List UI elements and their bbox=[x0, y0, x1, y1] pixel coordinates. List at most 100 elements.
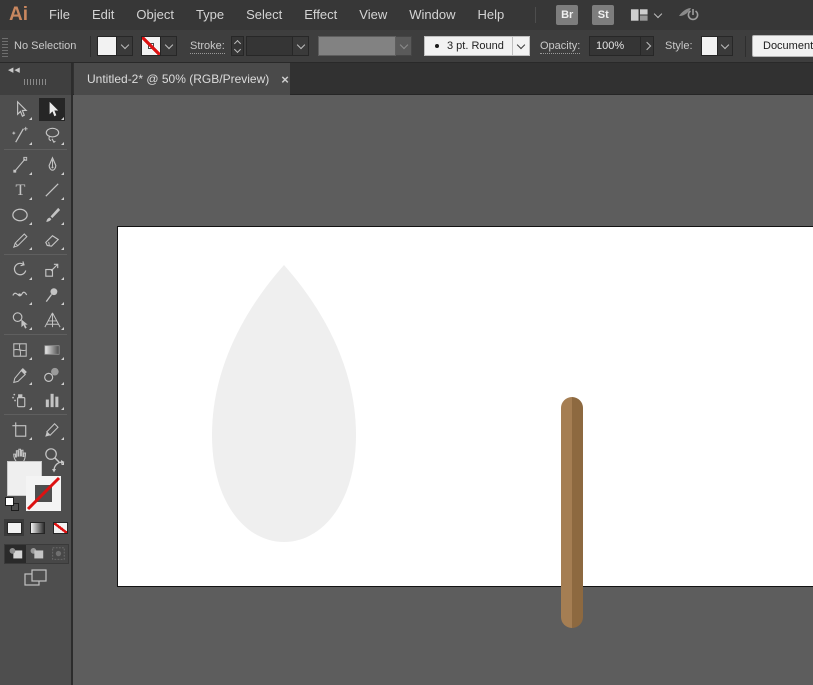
tool-mesh[interactable] bbox=[7, 338, 33, 361]
eraser-icon bbox=[44, 234, 59, 247]
direct-selection-icon bbox=[49, 101, 58, 116]
draw-inside-button[interactable] bbox=[47, 545, 68, 563]
tool-perspective-grid[interactable] bbox=[39, 308, 65, 331]
tool-paintbrush[interactable] bbox=[39, 203, 65, 226]
toolbar-header: ◀◀ bbox=[0, 63, 72, 95]
illustrator-window: Ai File Edit Object Type Select Effect View Win… bbox=[0, 0, 813, 685]
document-setup-button[interactable]: Document Setu bbox=[752, 35, 813, 57]
menu-item-help[interactable]: Help bbox=[466, 0, 515, 30]
fill-color-picker[interactable] bbox=[97, 36, 133, 56]
width-profile-chevron bbox=[396, 36, 412, 56]
selection-icon bbox=[16, 100, 28, 117]
stroke-weight-dropdown[interactable] bbox=[293, 36, 309, 56]
color-button[interactable] bbox=[4, 519, 24, 536]
stroke-weight-field[interactable] bbox=[246, 36, 293, 56]
brush-preview-icon bbox=[435, 44, 439, 48]
tool-gradient[interactable] bbox=[39, 338, 65, 361]
stock-button[interactable]: St bbox=[592, 5, 615, 25]
gradient-button[interactable] bbox=[27, 519, 47, 536]
workspace-switcher[interactable] bbox=[630, 6, 663, 24]
menu-item-edit[interactable]: Edit bbox=[81, 0, 125, 30]
tool-width[interactable] bbox=[7, 283, 33, 306]
menu-item-effect[interactable]: Effect bbox=[293, 0, 348, 30]
tool-direct-selection[interactable] bbox=[38, 98, 65, 121]
tools-panel: T bbox=[0, 95, 71, 685]
fill-swatch[interactable] bbox=[97, 36, 117, 56]
pasteboard[interactable] bbox=[73, 95, 813, 685]
stroke-swatch[interactable] bbox=[141, 36, 161, 56]
tool-rotate[interactable] bbox=[7, 258, 33, 281]
column-graph-icon bbox=[45, 393, 58, 407]
menu-right-cluster: Br St bbox=[529, 5, 701, 25]
tool-pencil[interactable] bbox=[7, 228, 33, 251]
workspace-layout-icon bbox=[631, 9, 648, 21]
collapse-panel-button[interactable]: ◀◀ bbox=[8, 66, 21, 74]
tool-ellipse[interactable] bbox=[7, 203, 33, 226]
menu-item-file[interactable]: File bbox=[38, 0, 81, 30]
fill-dropdown-button[interactable] bbox=[117, 36, 133, 56]
brush-definition-field[interactable]: 3 pt. Round bbox=[424, 36, 513, 56]
gradient-icon bbox=[43, 344, 60, 355]
divider bbox=[745, 36, 746, 57]
ellipse-icon bbox=[11, 208, 28, 221]
menu-item-object[interactable]: Object bbox=[125, 0, 185, 30]
tool-line-segment[interactable] bbox=[39, 178, 65, 201]
gpu-performance-icon[interactable] bbox=[677, 5, 701, 25]
style-picker[interactable] bbox=[701, 36, 733, 56]
tool-blend[interactable] bbox=[39, 363, 65, 386]
divider bbox=[4, 254, 67, 255]
divider bbox=[4, 414, 67, 415]
stroke-color-picker[interactable] bbox=[141, 36, 177, 56]
perspective-grid-icon bbox=[43, 312, 61, 327]
tool-lasso[interactable] bbox=[39, 123, 65, 146]
artboard-icon bbox=[11, 421, 26, 437]
stroke-weight-stepper[interactable] bbox=[231, 36, 244, 56]
tool-type[interactable]: T bbox=[7, 178, 33, 201]
panel-grip[interactable] bbox=[2, 36, 8, 57]
tool-scale[interactable] bbox=[39, 258, 65, 281]
stroke-proxy-swatch[interactable] bbox=[26, 476, 61, 511]
app-logo: Ai bbox=[9, 4, 28, 25]
draw-normal-button[interactable] bbox=[5, 545, 26, 563]
screen-mode-button[interactable] bbox=[24, 569, 48, 587]
tool-curvature[interactable] bbox=[7, 153, 33, 176]
tool-symbol-sprayer[interactable] bbox=[7, 388, 33, 411]
none-button[interactable] bbox=[50, 519, 70, 536]
opacity-field[interactable]: 100% bbox=[589, 36, 641, 56]
stick-shape[interactable] bbox=[561, 397, 583, 628]
tool-column-graph[interactable] bbox=[39, 388, 65, 411]
default-fill-stroke-button[interactable] bbox=[5, 497, 21, 513]
tool-slice[interactable] bbox=[39, 418, 65, 441]
tool-selection[interactable] bbox=[7, 98, 33, 121]
style-swatch[interactable] bbox=[701, 36, 718, 56]
tool-pen[interactable] bbox=[39, 153, 65, 176]
opacity-menu-button[interactable] bbox=[641, 36, 654, 56]
style-dropdown-button[interactable] bbox=[718, 36, 733, 56]
menu-item-window[interactable]: Window bbox=[398, 0, 466, 30]
stroke-dropdown-button[interactable] bbox=[161, 36, 177, 56]
draw-behind-button[interactable] bbox=[26, 545, 47, 563]
tab-close-icon[interactable]: × bbox=[281, 72, 289, 87]
swap-fill-stroke-icon[interactable] bbox=[51, 459, 67, 475]
tool-eyedropper[interactable] bbox=[7, 363, 33, 386]
tool-magic-wand[interactable] bbox=[7, 123, 33, 146]
tool-shape-builder[interactable] bbox=[7, 308, 33, 331]
toolbar-grip[interactable] bbox=[24, 79, 46, 85]
blend-icon bbox=[43, 367, 59, 382]
leaf-shape[interactable] bbox=[212, 265, 356, 542]
symbol-sprayer-icon bbox=[11, 393, 25, 407]
stroke-weight-label[interactable]: Stroke: bbox=[190, 30, 225, 63]
tool-artboard[interactable] bbox=[7, 418, 33, 441]
tool-eraser[interactable] bbox=[39, 228, 65, 251]
menu-item-type[interactable]: Type bbox=[185, 0, 235, 30]
divider bbox=[535, 7, 537, 23]
document-tab[interactable]: Untitled-2* @ 50% (RGB/Preview) × bbox=[74, 63, 290, 95]
tool-puppet-warp[interactable] bbox=[39, 283, 65, 306]
chevron-down-icon bbox=[653, 9, 663, 18]
divider bbox=[4, 334, 67, 335]
opacity-label[interactable]: Opacity: bbox=[540, 30, 581, 63]
menu-item-view[interactable]: View bbox=[348, 0, 398, 30]
menu-item-select[interactable]: Select bbox=[235, 0, 293, 30]
bridge-button[interactable]: Br bbox=[556, 5, 579, 25]
brush-dropdown-button[interactable] bbox=[513, 36, 530, 56]
